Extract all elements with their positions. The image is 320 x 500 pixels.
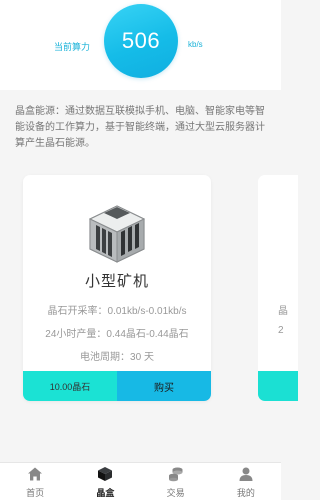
user-icon [239, 467, 253, 481]
tab-label: 我的 [236, 488, 255, 498]
box-icon [98, 467, 113, 481]
mining-rate: 晶石开采率：0.01kb/s-0.01kb/s [47, 306, 187, 317]
power-unit: kb/s [188, 40, 203, 49]
peek-footer [258, 371, 298, 401]
peek-text: 2 [278, 325, 284, 336]
tab-label: 交易 [166, 488, 185, 498]
tab-trade[interactable]: 交易 [141, 463, 211, 500]
tab-box[interactable]: 晶盒 [70, 463, 140, 500]
mining-machine-icon [88, 205, 146, 263]
card-title: 小型矿机 [84, 273, 149, 290]
machine-card: 小型矿机 晶石开采率：0.01kb/s-0.01kb/s 24小时产量：0.44… [23, 175, 211, 401]
tab-label: 晶盒 [96, 488, 115, 498]
power-value: 506 [121, 28, 161, 53]
battery-cycle: 电池周期：30 天 [80, 352, 154, 363]
power-circle: 506 [104, 4, 178, 78]
power-header: 当前算力 506 kb/s [0, 0, 281, 90]
tab-home[interactable]: 首页 [0, 463, 70, 500]
next-card-peek[interactable]: 晶 2 [258, 175, 298, 401]
tab-label: 首页 [26, 488, 45, 498]
card-footer: 10.00晶石 购买 [23, 371, 211, 401]
daily-output: 24小时产量：0.44晶石-0.44晶石 [45, 329, 189, 340]
home-icon [28, 467, 43, 481]
tab-profile[interactable]: 我的 [211, 463, 281, 500]
description-text: 晶盒能源：通过数据互联模拟手机、电脑、智能家电等智能设备的工作算力，基于智能终端… [15, 106, 265, 149]
buy-button[interactable]: 购买 [117, 371, 211, 401]
power-label: 当前算力 [54, 42, 91, 52]
price-tag: 10.00晶石 [23, 371, 117, 401]
bottom-tabbar: 首页 晶盒 交易 我的 [0, 462, 281, 500]
coins-icon [168, 467, 183, 482]
peek-text: 晶 [278, 306, 288, 317]
